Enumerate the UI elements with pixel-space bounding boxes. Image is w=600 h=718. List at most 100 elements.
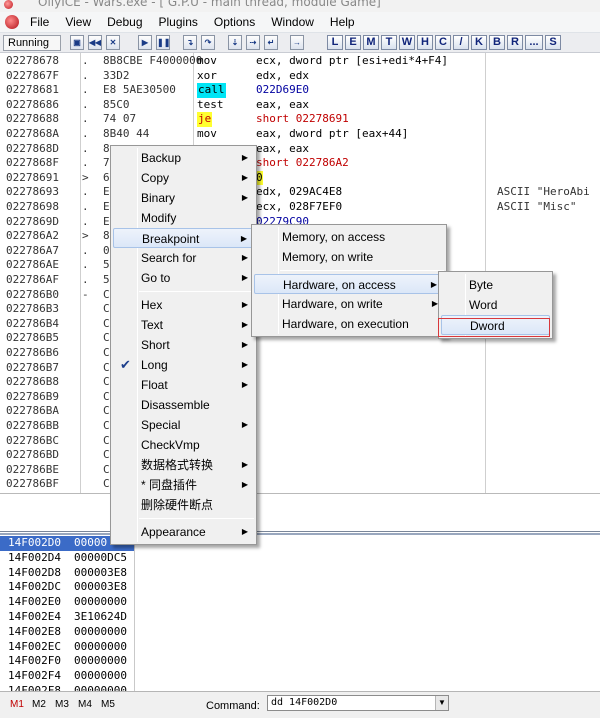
menu-view[interactable]: View — [57, 12, 99, 33]
toolbar-window-button[interactable]: R — [507, 35, 523, 50]
memory-tab-m5[interactable]: M5 — [101, 699, 115, 710]
context-menu-search-for[interactable]: Search for ▶ — [113, 248, 254, 268]
context-menu-binary[interactable]: Binary ▶ — [113, 188, 254, 208]
breakpoint-menu-hardware-on-access[interactable]: Hardware, on access ▶ — [254, 274, 444, 294]
toolbar-window-button[interactable]: B — [489, 35, 505, 50]
disassembly-row[interactable]: 0227867F. 33D2 xor edx, edx — [0, 69, 600, 84]
context-menu-short[interactable]: Short ▶ — [113, 335, 254, 355]
trace-over-icon[interactable]: ⇢ — [246, 35, 260, 50]
disassembly-row[interactable]: 022786B6 C — [0, 346, 600, 361]
toolbar-window-button[interactable]: M — [363, 35, 379, 50]
dump-row[interactable]: 14F002F4 00000000 — [0, 669, 600, 684]
restart-icon[interactable]: ◀◀ — [88, 35, 102, 50]
disassembly-row[interactable]: 02278681. E8 5AE30500 call 022D69E0 — [0, 83, 600, 98]
disassembly-row[interactable]: 02278688. 74 07 je short 02278691 — [0, 112, 600, 127]
disassembly-row[interactable]: 02278698. Eecx, 028F7EF0 ASCII "Misc" — [0, 200, 600, 215]
breakpoint-menu-memory-on-access[interactable]: Memory, on access — [254, 227, 444, 247]
dump-row[interactable]: 14F002DC 000003E8 — [0, 580, 600, 595]
hardware-menu-word[interactable]: Word — [441, 295, 550, 315]
breakpoint-menu-hardware-on-execution[interactable]: Hardware, on execution — [254, 314, 444, 334]
memory-tab-m2[interactable]: M2 — [32, 699, 46, 710]
context-menu-float[interactable]: Float ▶ — [113, 375, 254, 395]
memory-dump-pane[interactable]: 14F002D0 00000 14F002D4 00000DC5 14F002D8 000… — [0, 533, 600, 691]
context-menu-text[interactable]: Text ▶ — [113, 315, 254, 335]
context-menu-backup[interactable]: Backup ▶ — [113, 148, 254, 168]
trace-into-icon[interactable]: ⇣ — [228, 35, 242, 50]
context-menu-modify[interactable]: Modify — [113, 208, 254, 228]
context-menu-special[interactable]: Special ▶ — [113, 415, 254, 435]
dump-row[interactable]: 14F002EC 00000000 — [0, 640, 600, 655]
disassembly-row[interactable]: 022786BE C — [0, 463, 600, 478]
instruction-hex: E — [103, 214, 110, 228]
context-menu-hex[interactable]: Hex ▶ — [113, 295, 254, 315]
toolbar-window-button[interactable]: ... — [525, 35, 543, 50]
menu-file[interactable]: File — [22, 12, 57, 33]
memory-tab-m3[interactable]: M3 — [55, 699, 69, 710]
disassembly-row[interactable]: 022786BB C — [0, 419, 600, 434]
dump-row[interactable]: 14F002E0 00000000 — [0, 595, 600, 610]
toolbar-window-button[interactable]: W — [399, 35, 415, 50]
go-to-icon[interactable]: → — [290, 35, 304, 50]
toolbar-window-button[interactable]: K — [471, 35, 487, 50]
context-menu-disassemble[interactable]: Disassemble — [113, 395, 254, 415]
toolbar-window-button[interactable]: S — [545, 35, 561, 50]
menu-window[interactable]: Window — [263, 12, 322, 33]
context-menu-long[interactable]: ✔ Long ▶ — [113, 355, 254, 375]
dump-row[interactable]: 14F002E4 3E10624D — [0, 610, 600, 625]
disassembly-row[interactable]: 022786B7 C — [0, 361, 600, 376]
context-menu-go-to[interactable]: Go to ▶ — [113, 268, 254, 288]
disassembly-row[interactable]: 022786BC C — [0, 434, 600, 449]
disassembly-row[interactable]: 02278678. 8B8CBE F4000000 mov ecx, dword pt… — [0, 54, 600, 69]
command-dropdown-icon[interactable]: ▼ — [435, 696, 448, 710]
pause-icon[interactable]: ❚❚ — [156, 35, 170, 50]
disassembly-row[interactable]: 022786BF C — [0, 477, 600, 492]
memory-tab-m4[interactable]: M4 — [78, 699, 92, 710]
app-logo-icon[interactable] — [5, 15, 19, 29]
hardware-menu-byte[interactable]: Byte — [441, 275, 550, 295]
execute-till-return-icon[interactable]: ↵ — [264, 35, 278, 50]
memory-tab-m1[interactable]: M1 — [10, 699, 24, 710]
disassembly-row[interactable]: 0227868A. 8B40 44 mov eax, dword ptr [eax+4… — [0, 127, 600, 142]
disassembly-row[interactable]: 0227868D. 8 eax, eax — [0, 142, 600, 157]
menu-debug[interactable]: Debug — [99, 12, 150, 33]
context-menu-item[interactable]: 数据格式转换 ▶ — [113, 455, 254, 475]
menu-options[interactable]: Options — [206, 12, 263, 33]
instruction-hex: 0 — [103, 243, 110, 257]
disassembly-row[interactable]: 022786B9 C — [0, 390, 600, 405]
pane-splitter[interactable] — [0, 533, 600, 535]
dump-row[interactable]: 14F002F8 00000000 — [0, 684, 600, 691]
close-icon[interactable]: ✕ — [106, 35, 120, 50]
dump-row[interactable]: 14F002D8 000003E8 — [0, 566, 600, 581]
dump-row[interactable]: 14F002F0 00000000 — [0, 654, 600, 669]
menu-plugins[interactable]: Plugins — [151, 12, 206, 33]
disassembly-row[interactable]: 02278691 >6 0 — [0, 170, 600, 186]
open-icon[interactable]: ▣ — [70, 35, 84, 50]
toolbar-window-button[interactable]: H — [417, 35, 433, 50]
toolbar-window-button[interactable]: C — [435, 35, 451, 50]
toolbar-window-button[interactable]: T — [381, 35, 397, 50]
step-into-icon[interactable]: ↴ — [183, 35, 197, 50]
menu-help[interactable]: Help — [322, 12, 363, 33]
disassembly-row[interactable]: 022786BD C — [0, 448, 600, 463]
context-menu-item[interactable]: * 同盘插件 ▶ — [113, 475, 254, 495]
disassembly-row[interactable]: 02278693. Eedx, 029AC4E8 ASCII "HeroAbi — [0, 185, 600, 200]
context-menu-appearance[interactable]: Appearance ▶ — [113, 522, 254, 542]
disassembly-row[interactable]: 022786B8 C — [0, 375, 600, 390]
toolbar-window-button[interactable]: L — [327, 35, 343, 50]
step-over-icon[interactable]: ↷ — [201, 35, 215, 50]
context-menu-breakpoint[interactable]: Breakpoint ▶ — [113, 228, 254, 248]
breakpoint-menu-memory-on-write[interactable]: Memory, on write — [254, 247, 444, 267]
disassembly-row[interactable]: 02278686. 85C0 test eax, eax — [0, 98, 600, 113]
dump-row[interactable]: 14F002D4 00000DC5 — [0, 551, 600, 566]
toolbar-window-button[interactable]: E — [345, 35, 361, 50]
context-menu-copy[interactable]: Copy ▶ — [113, 168, 254, 188]
disassembly-row[interactable]: 0227868F. 7 short 022786A2 — [0, 156, 600, 171]
toolbar-window-button[interactable]: / — [453, 35, 469, 50]
run-icon[interactable]: ▶ — [138, 35, 152, 50]
context-menu-item[interactable]: 删除硬件断点 — [113, 495, 254, 515]
context-menu-checkvmp[interactable]: CheckVmp — [113, 435, 254, 455]
dump-row[interactable]: 14F002E8 00000000 — [0, 625, 600, 640]
disassembly-row[interactable]: 022786BA C — [0, 404, 600, 419]
command-input[interactable]: dd 14F002D0 — [267, 695, 449, 711]
breakpoint-menu-hardware-on-write[interactable]: Hardware, on write ▶ — [254, 294, 444, 314]
